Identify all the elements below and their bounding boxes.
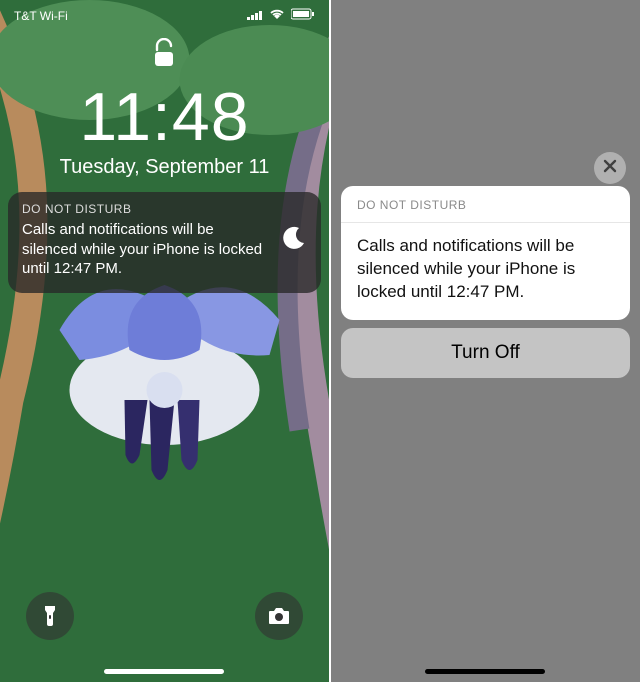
dnd-notification[interactable]: DO NOT DISTURB Calls and notifications w…: [8, 192, 321, 293]
dnd-detail-body: Calls and notifications will be silenced…: [341, 223, 630, 320]
status-right: [247, 8, 315, 23]
dnd-body: Calls and notifications will be silenced…: [22, 220, 271, 279]
turn-off-label: Turn Off: [451, 342, 520, 364]
dnd-detail-card: DO NOT DISTURB Calls and notifications w…: [341, 186, 630, 320]
battery-icon: [291, 8, 315, 23]
wifi-icon: [269, 8, 285, 23]
cellular-icon: [247, 9, 263, 23]
dnd-title: DO NOT DISTURB: [22, 202, 271, 216]
carrier-label: T&T Wi-Fi: [14, 9, 68, 23]
dnd-detail-screen: DO NOT DISTURB Calls and notifications w…: [331, 0, 640, 682]
status-bar: T&T Wi-Fi: [0, 8, 329, 23]
turn-off-button[interactable]: Turn Off: [341, 328, 630, 378]
camera-button[interactable]: [255, 592, 303, 640]
close-button[interactable]: [594, 152, 626, 184]
home-indicator[interactable]: [104, 669, 224, 674]
dnd-detail-title: DO NOT DISTURB: [341, 186, 630, 223]
lock-screen: T&T Wi-Fi 11:48 Tuesday, September 11 DO…: [0, 0, 329, 682]
lock-time: 11:48: [0, 78, 329, 156]
flashlight-button[interactable]: [26, 592, 74, 640]
lock-icon: [153, 38, 175, 73]
home-indicator[interactable]: [425, 669, 545, 674]
moon-icon: [281, 225, 307, 256]
lock-date: Tuesday, September 11: [0, 156, 329, 179]
close-icon: [603, 159, 617, 178]
